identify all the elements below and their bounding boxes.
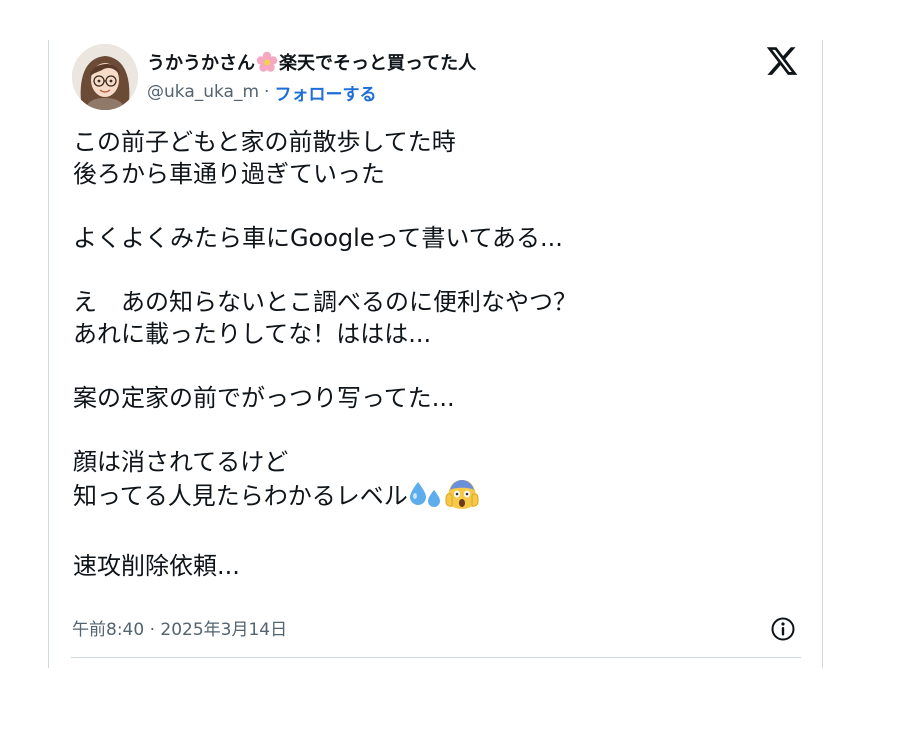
tweet-line: この前子どもと家の前散歩してた時	[73, 128, 456, 156]
tweet-line: 案の定家の前でがっつり写ってた...	[73, 384, 455, 412]
tweet-line: よくよくみたら車にGoogleって書いてある...	[73, 224, 563, 252]
tweet-line: 後ろから車通り過ぎていった	[73, 160, 385, 188]
avatar[interactable]	[72, 44, 138, 110]
divider	[71, 657, 801, 658]
x-logo-icon[interactable]	[765, 44, 799, 78]
follow-button[interactable]: フォローする	[274, 80, 376, 105]
display-name-part2: 楽天でそっと買ってた人	[279, 53, 477, 74]
tweet-line: 速攻削除依頼...	[73, 552, 240, 580]
sweat-droplets-icon	[408, 480, 444, 518]
cherry-blossom-icon	[256, 51, 278, 73]
tweet-line: あれに載ったりしてな！ははは...	[73, 320, 432, 348]
tweet-line: 知ってる人見たらわかるレベル	[73, 482, 408, 510]
tweet-line: 顔は消されてるけど	[73, 448, 289, 476]
tweet-card: うかうかさん 楽天でそっと買ってた人 @uka_uka_m · フォローする こ…	[48, 40, 823, 668]
info-icon[interactable]	[770, 616, 796, 642]
user-handle[interactable]: @uka_uka_m	[147, 82, 259, 102]
separator: ·	[264, 82, 270, 102]
tweet-text: この前子どもと家の前散歩してた時 後ろから車通り過ぎていった よくよくみたら車に…	[73, 126, 773, 582]
tweet-line: え あの知らないとこ調べるのに便利なやつ？	[73, 288, 577, 316]
handle-row: @uka_uka_m · フォローする	[147, 80, 376, 105]
tweet-timestamp[interactable]: 午前8:40 · 2025年3月14日	[72, 615, 287, 640]
face-screaming-in-fear-icon	[444, 478, 480, 518]
display-name-part1: うかうかさん	[147, 53, 255, 74]
display-name[interactable]: うかうかさん 楽天でそっと買ってた人	[147, 50, 476, 74]
tweet-line-with-emoji: 知ってる人見たらわかるレベル	[73, 478, 773, 518]
